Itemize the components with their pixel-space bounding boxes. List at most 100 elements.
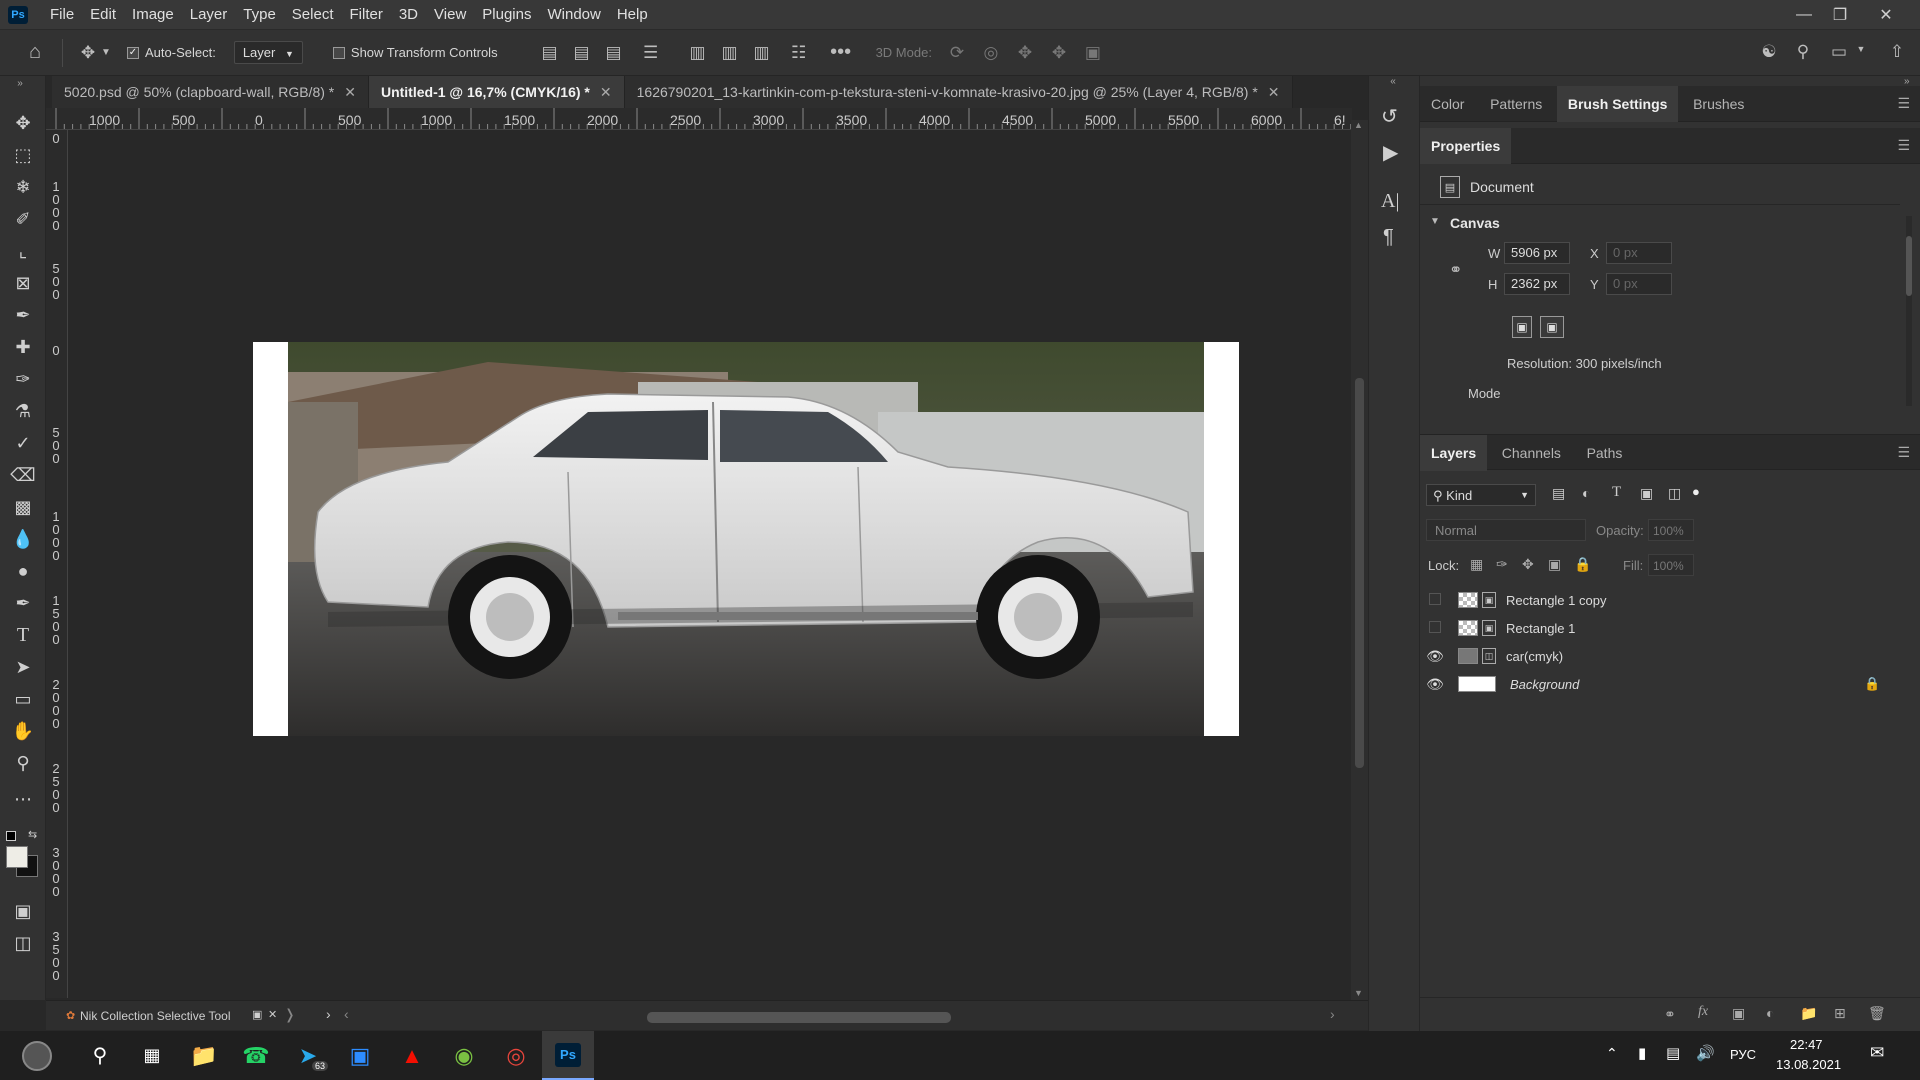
link-icon[interactable]: ⚭ xyxy=(1449,260,1462,280)
panel-menu-icon[interactable]: ☰ xyxy=(1897,95,1910,112)
workspace-icon[interactable]: ▭ xyxy=(1826,42,1852,62)
menu-type[interactable]: Type xyxy=(235,0,284,29)
gradient-tool-icon[interactable]: ▩ xyxy=(9,494,37,520)
trash-icon[interactable]: 🗑 xyxy=(1868,1005,1886,1022)
lock-transparent-icon[interactable]: ▦ xyxy=(1470,556,1483,573)
filter-pixel-icon[interactable]: ▤ xyxy=(1552,485,1565,502)
close-window-icon[interactable]: ✕ xyxy=(1868,0,1904,29)
frame-tool-icon[interactable]: ⊠ xyxy=(9,270,37,296)
cloud-user-icon[interactable]: ☯ xyxy=(1756,42,1782,62)
tab-properties[interactable]: Properties xyxy=(1420,128,1512,164)
close-icon[interactable]: ✕ xyxy=(268,1008,277,1021)
menu-image[interactable]: Image xyxy=(124,0,182,29)
align-top-icon[interactable]: ▥ xyxy=(682,43,714,63)
auto-select-checkbox[interactable]: ✓ Auto-Select: xyxy=(127,45,216,60)
align-center-icon[interactable]: ▤ xyxy=(566,43,598,63)
layer-name[interactable]: Rectangle 1 xyxy=(1506,621,1575,636)
horizontal-ruler[interactable]: 1000 500 0 500 1000 1500 2000 2500 3000 … xyxy=(52,108,1352,130)
vertical-ruler[interactable]: 0 1 0 0 0 5 0 0 0 5 0 0 1 0 0 0 1 5 0 0 … xyxy=(46,130,68,998)
link-layers-icon[interactable]: ⚭ xyxy=(1664,1006,1676,1023)
menu-file[interactable]: File xyxy=(42,0,82,29)
network-icon[interactable]: ▤ xyxy=(1666,1044,1680,1062)
tab-5020-psd[interactable]: 5020.psd @ 50% (clapboard-wall, RGB/8) *… xyxy=(52,76,369,108)
tab-channels[interactable]: Channels xyxy=(1491,435,1572,471)
brush-tool-icon[interactable]: ✑ xyxy=(9,366,37,392)
telegram-icon[interactable]: ➤ 63 xyxy=(282,1031,334,1080)
tab-brushes[interactable]: Brushes xyxy=(1682,86,1755,122)
marquee-tool-icon[interactable]: ⬚ xyxy=(9,142,37,168)
lock-all-icon[interactable]: 🔒 xyxy=(1574,556,1591,573)
layer-name[interactable]: car(cmyk) xyxy=(1506,649,1563,664)
height-field[interactable]: 2362 px xyxy=(1504,273,1570,295)
visibility-toggle[interactable] xyxy=(1420,592,1450,608)
quick-mask-icon[interactable]: ▣ xyxy=(9,898,37,924)
minimize-icon[interactable]: — xyxy=(1786,0,1822,29)
close-icon[interactable]: ✕ xyxy=(600,76,612,108)
file-explorer-icon[interactable]: 📁 xyxy=(178,1031,230,1080)
align-left-icon[interactable]: ▤ xyxy=(534,43,566,63)
lock-position-icon[interactable]: ✥ xyxy=(1522,556,1534,573)
tab-untitled-1[interactable]: Untitled-1 @ 16,7% (CMYK/16) * ✕ xyxy=(368,76,625,108)
expand-icon[interactable]: « xyxy=(1367,76,1419,87)
layer-row[interactable]: 👁 ◫ car(cmyk) xyxy=(1420,642,1920,670)
menu-view[interactable]: View xyxy=(426,0,474,29)
healing-brush-tool-icon[interactable]: ✚ xyxy=(9,334,37,360)
properties-scrollbar[interactable] xyxy=(1906,216,1912,406)
blur-tool-icon[interactable]: 💧 xyxy=(9,526,37,552)
chevron-down-icon[interactable]: ▼ xyxy=(99,47,113,58)
default-colors-icon[interactable] xyxy=(6,831,16,841)
visibility-toggle[interactable] xyxy=(1420,620,1450,636)
language-indicator[interactable]: РУС xyxy=(1730,1047,1756,1062)
eye-icon[interactable]: 👁 xyxy=(1420,648,1450,665)
history-brush-tool-icon[interactable]: ✓ xyxy=(9,430,37,456)
filter-toggle-icon[interactable]: ● xyxy=(1692,484,1700,499)
scroll-thumb[interactable] xyxy=(1906,236,1912,296)
eraser-tool-icon[interactable]: ⌫ xyxy=(9,462,37,488)
chrome-icon[interactable]: ◎ xyxy=(490,1031,542,1080)
more-tools-icon[interactable]: ⋯ xyxy=(9,786,37,812)
panel-menu-icon[interactable]: ☰ xyxy=(1897,444,1910,461)
actions-play-icon[interactable]: ▶ xyxy=(1383,140,1398,165)
car-photo-layer[interactable] xyxy=(288,342,1204,736)
panel-menu-icon[interactable]: ☰ xyxy=(1897,137,1910,154)
menu-3d[interactable]: 3D xyxy=(391,0,426,29)
clock-time[interactable]: 22:47 xyxy=(1790,1037,1823,1052)
notifications-icon[interactable]: ✉ xyxy=(1870,1043,1884,1063)
menu-help[interactable]: Help xyxy=(609,0,656,29)
layer-row[interactable]: ▣ Rectangle 1 copy xyxy=(1420,586,1920,614)
move-tool-icon[interactable]: ✥ xyxy=(77,43,99,63)
scroll-thumb[interactable] xyxy=(1355,378,1364,768)
scroll-right-icon[interactable]: › xyxy=(1330,1006,1335,1022)
move-tool-icon[interactable]: ✥ xyxy=(9,110,37,136)
clock-date[interactable]: 13.08.2021 xyxy=(1776,1057,1841,1072)
align-right-icon[interactable]: ▤ xyxy=(598,43,630,63)
tab-paths[interactable]: Paths xyxy=(1576,435,1634,471)
portrait-orientation-icon[interactable]: ▣ xyxy=(1512,316,1532,338)
tab-texture-jpg[interactable]: 1626790201_13-kartinkin-com-p-tekstura-s… xyxy=(624,76,1293,108)
paragraph-icon[interactable]: ¶ xyxy=(1383,226,1394,249)
quick-select-tool-icon[interactable]: ✐ xyxy=(9,206,37,232)
zoom-tool-icon[interactable]: ⚲ xyxy=(9,750,37,776)
menu-plugins[interactable]: Plugins xyxy=(474,0,539,29)
scroll-left-icon[interactable]: ‹ xyxy=(344,1006,349,1022)
search-icon[interactable]: ⚲ xyxy=(74,1031,126,1080)
layer-row[interactable]: 👁 Background 🔒 xyxy=(1420,670,1920,698)
align-middle-icon[interactable]: ▥ xyxy=(714,43,746,63)
fill-field[interactable]: 100% xyxy=(1648,554,1694,576)
restore-icon[interactable]: ❐ xyxy=(1822,0,1858,29)
hand-tool-icon[interactable]: ✋ xyxy=(9,718,37,744)
eye-icon[interactable]: 👁 xyxy=(1420,676,1450,693)
auto-select-target-dropdown[interactable]: Layer ▼ xyxy=(233,41,303,64)
show-transform-checkbox[interactable]: Show Transform Controls xyxy=(332,45,498,60)
home-icon[interactable]: ⌂ xyxy=(22,41,48,64)
photoshop-taskbar-icon[interactable]: Ps xyxy=(542,1031,594,1080)
filter-type-icon[interactable]: T xyxy=(1612,484,1621,501)
layer-name[interactable]: Background xyxy=(1510,677,1579,692)
chevron-down-icon[interactable]: ▼ xyxy=(1854,44,1868,54)
scroll-down-icon[interactable]: ▼ xyxy=(1354,988,1363,998)
menu-filter[interactable]: Filter xyxy=(342,0,391,29)
scroll-up-icon[interactable]: ▲ xyxy=(1354,120,1363,130)
screen-mode-icon[interactable]: ◫ xyxy=(9,930,37,956)
fx-icon[interactable]: fx xyxy=(1698,1004,1708,1020)
status-arrow-icon[interactable]: ❭ xyxy=(284,1006,296,1023)
